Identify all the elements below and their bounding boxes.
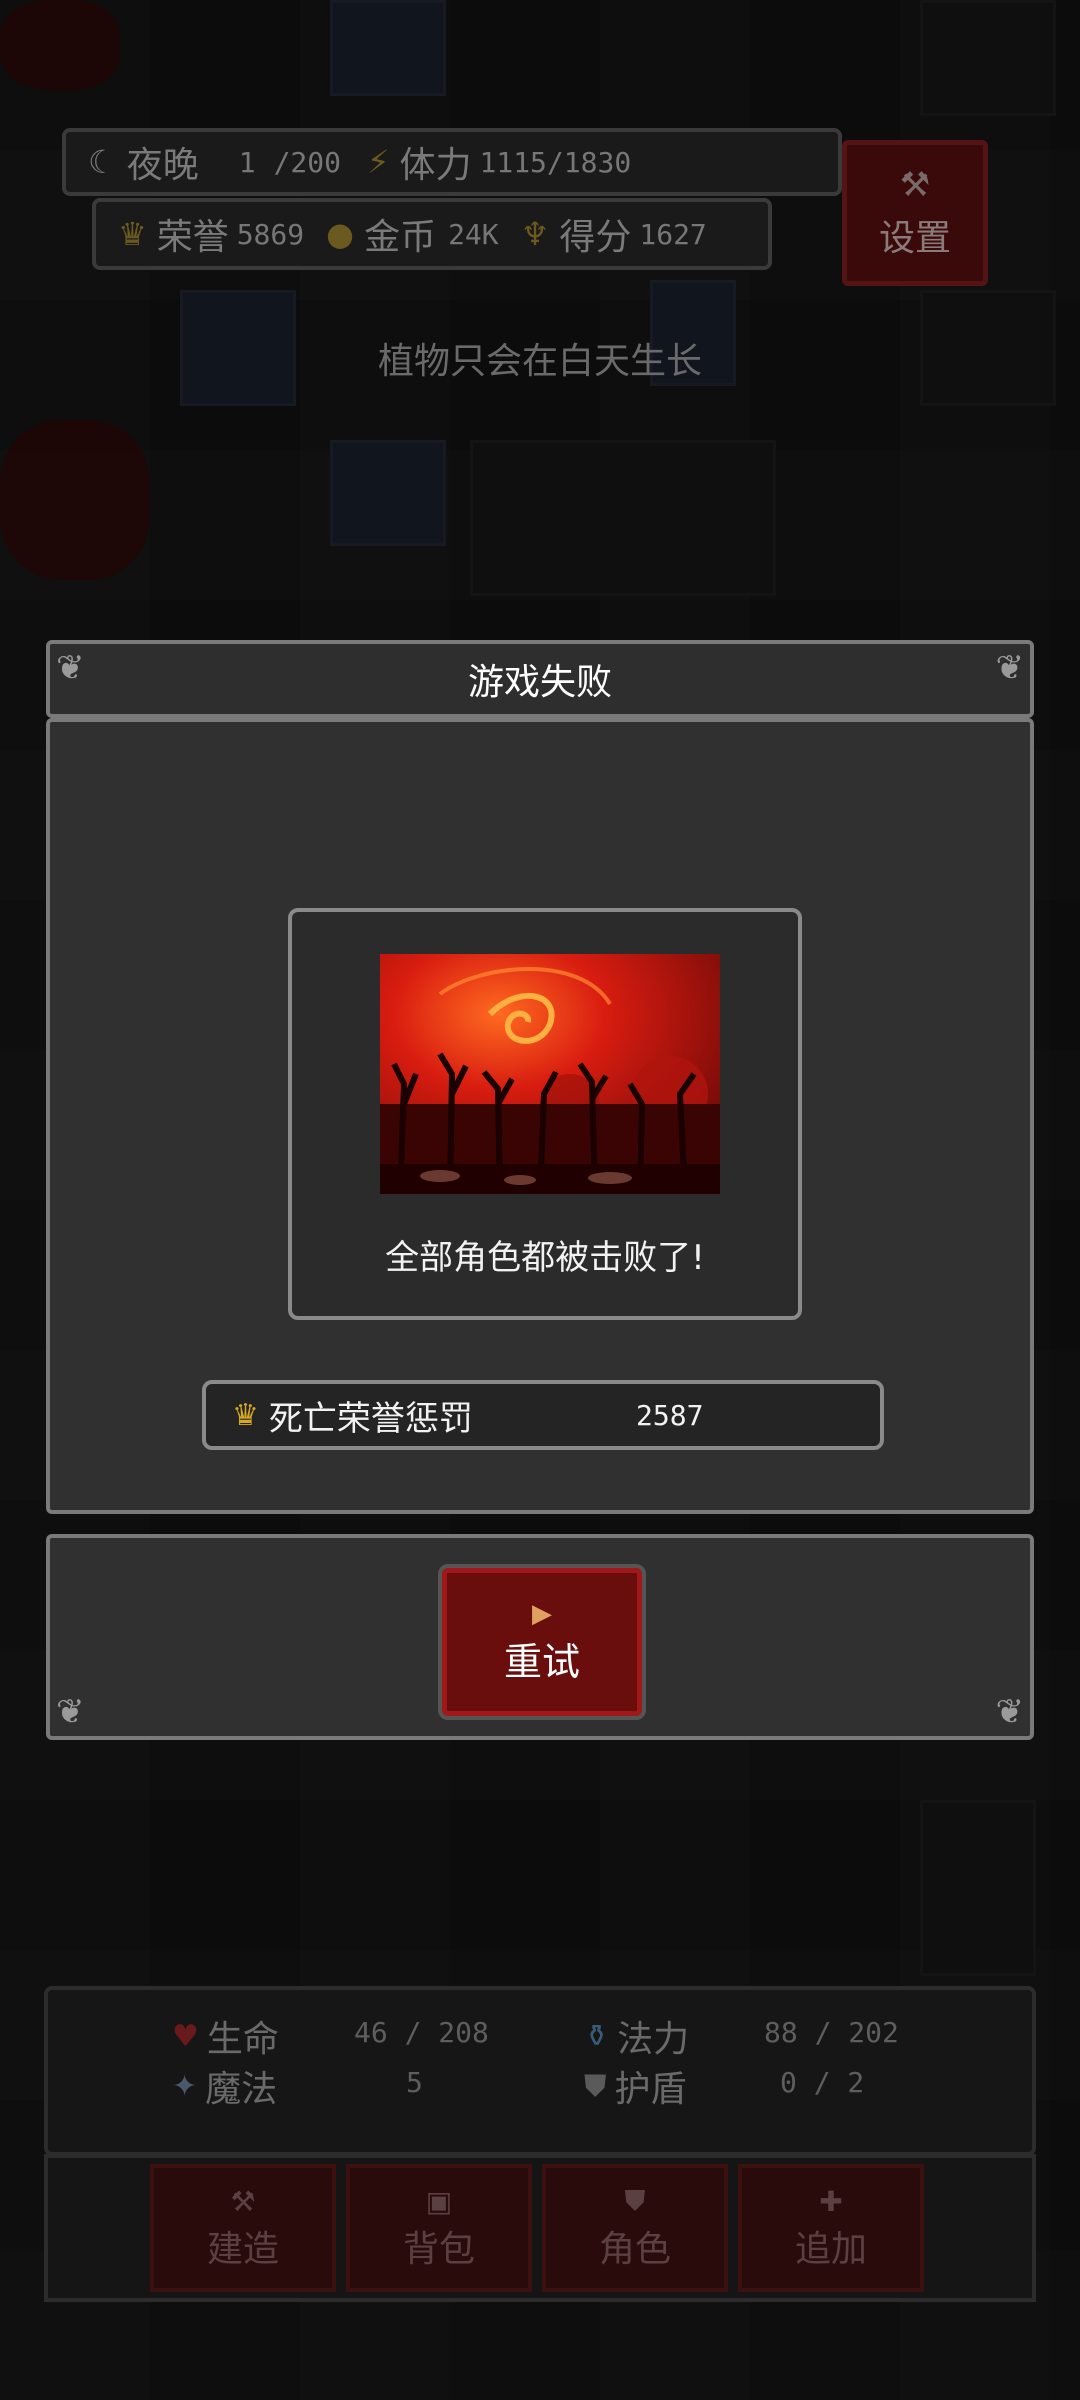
magic-icon: ✦: [172, 2068, 198, 2104]
modal-body: 全部角色都被击败了! ♛ 死亡荣誉惩罚 2587: [46, 718, 1034, 1514]
add-button[interactable]: ✚ 追加: [738, 2164, 924, 2292]
defeat-message: 全部角色都被击败了!: [385, 1238, 705, 1278]
moon-icon: ☾: [88, 143, 117, 181]
character-label: 角色: [598, 2229, 671, 2270]
score-value: 1627: [639, 217, 707, 251]
coin-icon: ●: [326, 215, 355, 253]
day-max: /200: [273, 145, 341, 179]
shield-label: 护盾: [614, 2069, 687, 2110]
mana-value: 88 / 202: [764, 2016, 899, 2049]
trophy-icon: ♆: [520, 215, 550, 253]
defeat-illustration: [380, 954, 720, 1194]
corner-ornament-icon: ❦: [995, 648, 1025, 688]
honor-indicator: ♛ 荣誉 5869: [118, 208, 304, 260]
magic-value: 5: [406, 2066, 423, 2099]
bag-icon: ▣: [425, 2184, 453, 2218]
character-button[interactable]: ⛊ 角色: [542, 2164, 728, 2292]
modal-title: 游戏失败: [467, 662, 612, 703]
bottom-nav: ⚒ 建造 ▣ 背包 ⛊ 角色 ✚ 追加: [44, 2154, 1036, 2302]
retry-label: 重试: [503, 1639, 580, 1684]
crown-icon: ♛: [232, 1397, 259, 1433]
score-indicator: ♆ 得分 1627: [521, 208, 707, 260]
bag-button[interactable]: ▣ 背包: [346, 2164, 532, 2292]
corner-ornament-icon: ❦: [995, 1692, 1025, 1732]
add-label: 追加: [794, 2228, 867, 2270]
settings-label: 设置: [878, 218, 951, 259]
death-honor-penalty: ♛ 死亡荣誉惩罚 2587: [202, 1380, 884, 1450]
mana-label: 法力: [617, 2019, 690, 2060]
plus-icon: ✚: [819, 2184, 843, 2218]
play-icon: ▶: [532, 1598, 552, 1629]
magic-label: 魔法: [205, 2069, 278, 2110]
potion-icon: ⚱: [584, 2018, 610, 2054]
gold-value: 24K: [448, 217, 499, 251]
shield-value: 0 / 2: [780, 2066, 865, 2099]
life-value: 46 / 208: [354, 2016, 489, 2049]
hint-text: 植物只会在白天生长: [377, 341, 702, 382]
status-bar-top: ☾ 夜晚 1 /200 ⚡ 体力 1115/1830: [62, 128, 842, 196]
shield-icon: ⛊: [584, 2068, 607, 2104]
defeat-card: 全部角色都被击败了!: [288, 908, 802, 1320]
gold-indicator: ● 金币 24K: [326, 208, 499, 260]
heart-icon: ♥: [172, 2018, 199, 2054]
modal-header: ❦ 游戏失败 ❦: [46, 640, 1034, 718]
penalty-label: 死亡荣誉惩罚: [268, 1398, 473, 1439]
stamina-value: 1115/1830: [479, 145, 632, 179]
retry-button[interactable]: ▶ 重试: [438, 1564, 646, 1720]
build-button[interactable]: ⚒ 建造: [150, 2164, 336, 2292]
crown-icon: ♛: [118, 215, 147, 253]
night-indicator: ☾ 夜晚 1 /200: [88, 136, 341, 188]
gold-label: 金币: [364, 217, 437, 258]
day-value: 1: [238, 145, 256, 179]
stamina-label: 体力: [399, 145, 472, 186]
shield-stat: ⛊ 护盾 0 / 2: [584, 2060, 864, 2112]
character-stats-panel: ♥ 生命 46 / 208 ⚱ 法力 88 / 202 ✦ 魔法 5 ⛊ 护盾 …: [44, 1986, 1036, 2156]
life-label: 生命: [206, 2019, 279, 2060]
stamina-indicator: ⚡ 体力 1115/1830: [367, 136, 631, 188]
character-icon: ⛊: [624, 2184, 646, 2217]
status-bar-resources: ♛ 荣誉 5869 ● 金币 24K ♆ 得分 1627: [92, 198, 772, 270]
corner-ornament-icon: ❦: [56, 648, 85, 688]
stamina-icon: ⚡: [367, 143, 390, 181]
build-label: 建造: [206, 2228, 279, 2270]
modal-footer: ❦ ▶ 重试 ❦: [46, 1534, 1034, 1740]
magic-stat: ✦ 魔法 5: [172, 2060, 423, 2112]
honor-value: 5869: [236, 217, 305, 251]
settings-button[interactable]: ⚒ 设置: [842, 140, 988, 286]
corner-ornament-icon: ❦: [56, 1692, 85, 1732]
life-stat: ♥ 生命 46 / 208: [172, 2010, 489, 2062]
night-label: 夜晚: [126, 145, 199, 186]
mana-stat: ⚱ 法力 88 / 202: [584, 2010, 899, 2062]
settings-icon: ⚒: [899, 165, 931, 205]
hammer-icon: ⚒: [230, 2184, 256, 2218]
honor-label: 荣誉: [156, 217, 229, 258]
bag-label: 背包: [402, 2228, 475, 2270]
score-label: 得分: [559, 217, 632, 258]
penalty-value: 2587: [636, 1398, 704, 1432]
